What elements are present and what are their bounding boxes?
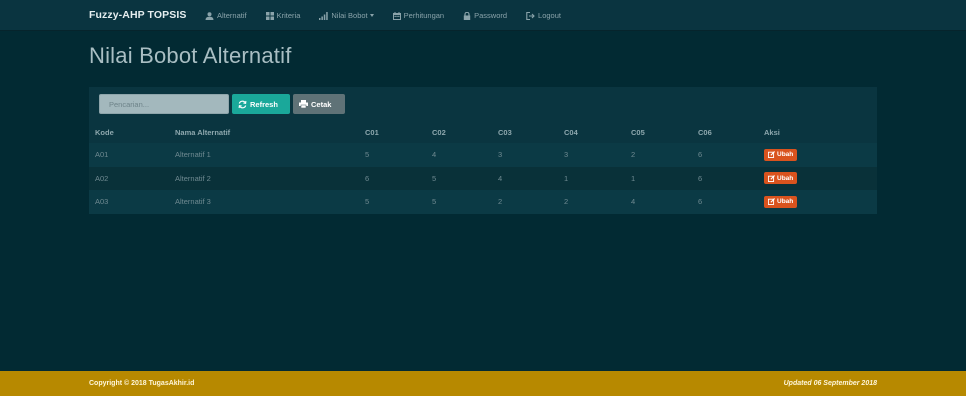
cell-aksi: Ubah xyxy=(758,166,877,190)
print-icon xyxy=(299,100,308,108)
footer-copyright: Copyright © 2018 TugasAkhir.id xyxy=(89,380,195,387)
refresh-button[interactable]: Refresh xyxy=(232,94,290,114)
user-icon xyxy=(205,11,214,20)
edit-icon xyxy=(768,151,775,159)
nav-item-label: Logout xyxy=(538,11,561,20)
lock-icon xyxy=(463,11,471,20)
edit-button[interactable]: Ubah xyxy=(764,172,798,185)
cell-c03: 2 xyxy=(492,190,558,214)
cell-c02: 4 xyxy=(426,143,492,167)
nav-item-label: Password xyxy=(474,11,508,20)
edit-label: Ubah xyxy=(777,174,794,182)
cell-nama: Alternatif 2 xyxy=(169,166,359,190)
table-row: A02 Alternatif 2 6 5 4 1 1 6 Ubah xyxy=(89,166,877,190)
cell-kode: A02 xyxy=(89,166,169,190)
data-table: Kode Nama Alternatif C01 C02 C03 C04 C05… xyxy=(89,121,877,214)
edit-label: Ubah xyxy=(777,151,794,159)
cell-c04: 2 xyxy=(558,190,625,214)
cell-nama: Alternatif 3 xyxy=(169,190,359,214)
cell-c04: 3 xyxy=(558,143,625,167)
cell-c06: 6 xyxy=(692,166,758,190)
table-row: A01 Alternatif 1 5 4 3 3 2 6 Ubah xyxy=(89,143,877,167)
edit-label: Ubah xyxy=(777,198,794,206)
cell-kode: A03 xyxy=(89,190,169,214)
navbar: Fuzzy-AHP TOPSIS Alternatif Kriteria Nil… xyxy=(0,0,966,31)
print-label: Cetak xyxy=(311,99,332,109)
cell-c01: 6 xyxy=(359,166,426,190)
refresh-label: Refresh xyxy=(250,99,278,109)
calendar-icon xyxy=(392,11,401,20)
page-title: Nilai Bobot Alternatif xyxy=(89,43,292,68)
nav-item-label: Kriteria xyxy=(276,11,301,20)
grid-icon xyxy=(265,11,274,20)
cell-aksi: Ubah xyxy=(758,143,877,167)
edit-icon xyxy=(768,198,775,206)
logout-icon xyxy=(526,11,535,20)
cell-c05: 2 xyxy=(625,143,692,167)
cell-c05: 4 xyxy=(625,190,692,214)
cell-c01: 5 xyxy=(359,143,426,167)
chevron-down-icon xyxy=(369,14,374,17)
cell-kode: A01 xyxy=(89,143,169,167)
column-header: C01 xyxy=(359,121,426,143)
column-header: Aksi xyxy=(758,121,877,143)
cell-c02: 5 xyxy=(426,166,492,190)
column-header: C04 xyxy=(558,121,625,143)
table-row: A03 Alternatif 3 5 5 2 2 4 6 Ubah xyxy=(89,190,877,214)
column-header: C03 xyxy=(492,121,558,143)
nav-menu: Alternatif Kriteria Nilai Bobot Perhitun… xyxy=(205,0,580,31)
footer-updated: Updated 06 September 2018 xyxy=(783,380,877,387)
cell-c05: 1 xyxy=(625,166,692,190)
edit-button[interactable]: Ubah xyxy=(764,195,798,208)
column-header: Kode xyxy=(89,121,169,143)
toolbar: Refresh Cetak xyxy=(99,94,345,114)
cell-c03: 4 xyxy=(492,166,558,190)
nav-item-password[interactable]: Password xyxy=(463,11,507,20)
refresh-icon xyxy=(238,100,247,109)
column-header: C05 xyxy=(625,121,692,143)
cell-c06: 6 xyxy=(692,143,758,167)
footer: Copyright © 2018 TugasAkhir.id Updated 0… xyxy=(0,371,966,396)
nav-item-label: Nilai Bobot xyxy=(331,11,368,20)
table-header-row: Kode Nama Alternatif C01 C02 C03 C04 C05… xyxy=(89,121,877,143)
cell-c03: 3 xyxy=(492,143,558,167)
edit-button[interactable]: Ubah xyxy=(764,148,798,161)
nav-item-label: Alternatif xyxy=(217,11,247,20)
brand-title[interactable]: Fuzzy-AHP TOPSIS xyxy=(89,9,186,21)
column-header: Nama Alternatif xyxy=(169,121,359,143)
nav-item-nilai-bobot[interactable]: Nilai Bobot xyxy=(319,11,374,20)
nav-item-kriteria[interactable]: Kriteria xyxy=(265,11,301,20)
cell-c01: 5 xyxy=(359,190,426,214)
signal-icon xyxy=(319,11,329,20)
nav-item-alternatif[interactable]: Alternatif xyxy=(205,11,247,20)
print-button[interactable]: Cetak xyxy=(293,94,345,114)
column-header: C02 xyxy=(426,121,492,143)
cell-c06: 6 xyxy=(692,190,758,214)
cell-c02: 5 xyxy=(426,190,492,214)
nav-item-logout[interactable]: Logout xyxy=(526,11,561,20)
column-header: C06 xyxy=(692,121,758,143)
cell-c04: 1 xyxy=(558,166,625,190)
nav-item-label: Perhitungan xyxy=(403,11,445,20)
edit-icon xyxy=(768,174,775,182)
cell-nama: Alternatif 1 xyxy=(169,143,359,167)
nav-item-perhitungan[interactable]: Perhitungan xyxy=(392,11,445,20)
search-input[interactable] xyxy=(99,94,229,114)
content-panel: Refresh Cetak Kode Nama Alternatif C01 C… xyxy=(89,87,877,214)
cell-aksi: Ubah xyxy=(758,190,877,214)
